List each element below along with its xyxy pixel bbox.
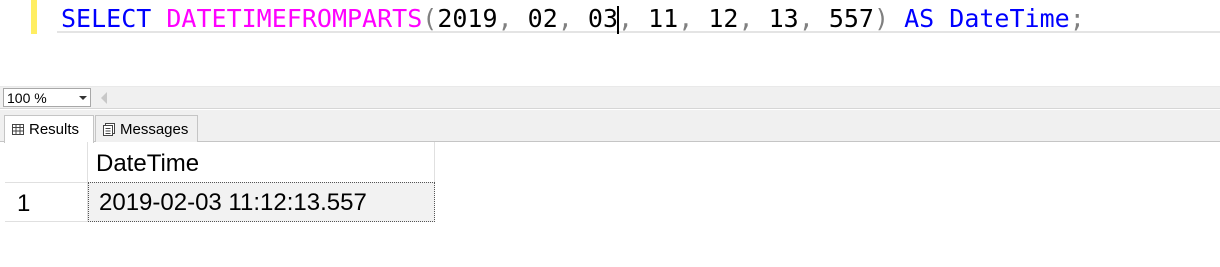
row-number[interactable]: 1 <box>5 183 88 222</box>
arg-milliseconds: 557 <box>828 4 874 33</box>
tab-messages-label: Messages <box>120 120 189 138</box>
comma: , <box>618 4 634 33</box>
function-name: DATETIMEFROMPARTS <box>166 4 423 33</box>
scroll-left-icon[interactable] <box>101 92 107 104</box>
arg-second: 13 <box>768 4 799 33</box>
grid-icon <box>12 124 24 135</box>
arg-hour: 11 <box>648 4 679 33</box>
close-paren: ) <box>873 4 890 33</box>
zoom-bar: 100 % <box>0 87 1220 109</box>
semicolon: ; <box>1069 4 1085 33</box>
open-paren: ( <box>422 4 438 33</box>
chevron-down-icon[interactable] <box>79 96 87 100</box>
zoom-value: 100 % <box>7 90 47 106</box>
arg-year: 2019 <box>437 4 498 33</box>
tab-results[interactable]: Results <box>4 115 94 143</box>
results-tab-strip: Results Messages <box>0 110 1220 143</box>
arg-minute: 12 <box>708 4 739 33</box>
grid-cell-datetime[interactable]: 2019-02-03 11:12:13.557 <box>88 182 435 222</box>
changed-line-marker <box>31 0 37 34</box>
messages-icon <box>103 122 115 136</box>
comma: , <box>738 4 754 33</box>
column-header-datetime[interactable]: DateTime <box>88 142 435 183</box>
comma: , <box>798 4 814 33</box>
arg-month: 02 <box>527 4 558 33</box>
arg-day: 03 <box>587 4 618 33</box>
tab-messages[interactable]: Messages <box>95 115 198 142</box>
column-alias: DateTime <box>949 4 1070 33</box>
keyword-as: AS <box>904 4 935 33</box>
zoom-dropdown[interactable]: 100 % <box>3 88 91 107</box>
query-editor[interactable]: SELECT DATETIMEFROMPARTS(2019, 02, 03, 1… <box>0 0 1220 86</box>
sql-code-line[interactable]: SELECT DATETIMEFROMPARTS(2019, 02, 03, 1… <box>61 2 1085 35</box>
comma: , <box>678 4 694 33</box>
row-number-header[interactable] <box>5 142 88 183</box>
comma: , <box>497 4 513 33</box>
tab-results-label: Results <box>29 121 80 138</box>
keyword-select: SELECT <box>61 4 152 33</box>
comma: , <box>557 4 573 33</box>
